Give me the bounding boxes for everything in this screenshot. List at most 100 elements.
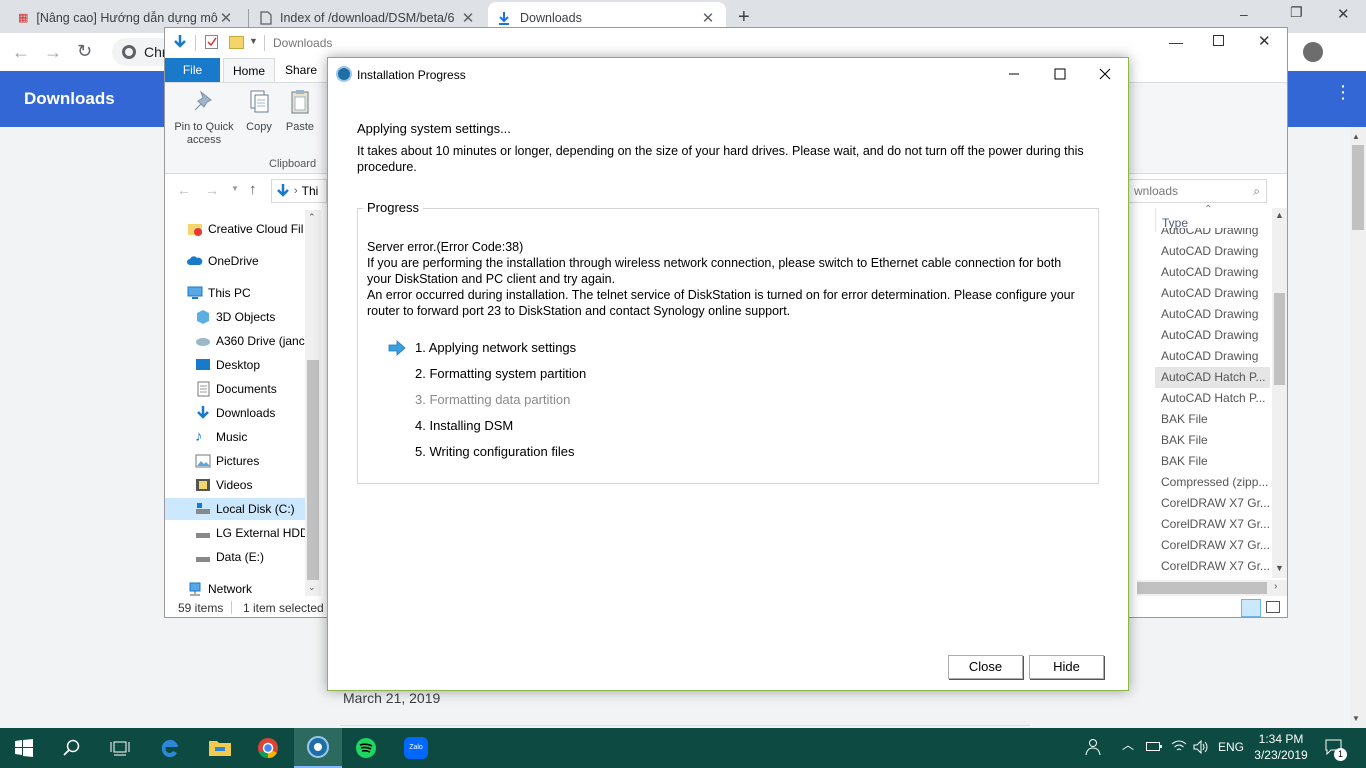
hscrollbar-thumb[interactable] [1137,582,1267,594]
up-arrow-icon[interactable]: ↑ [249,181,257,198]
nav-item-data-e[interactable]: Data (E:) [195,546,345,568]
page-scrollbar-thumb[interactable] [1352,145,1364,230]
back-arrow-icon[interactable]: ← [177,182,191,198]
explorer-maximize-button[interactable] [1213,35,1224,46]
close-tab-icon[interactable]: ✕ [700,9,716,27]
scroll-down-icon[interactable]: ▼ [1352,714,1360,723]
drive-icon [195,333,211,349]
people-icon[interactable] [1084,738,1102,756]
breadcrumb[interactable]: › Thi [271,179,327,203]
close-button[interactable]: Close [948,655,1023,679]
list-item[interactable]: AutoCAD Drawing [1161,283,1270,304]
paste-button[interactable]: Paste [283,89,317,133]
forward-arrow-icon[interactable]: → [205,182,219,198]
chevron-down-icon[interactable]: ▼ [249,36,258,46]
chevron-right-icon[interactable]: › [1274,581,1277,592]
list-item[interactable]: AutoCAD Drawing [1161,228,1270,238]
tab-file[interactable]: File [165,58,220,82]
profile-avatar[interactable] [1303,42,1323,62]
list-item[interactable]: BAK File [1161,430,1270,451]
large-icons-view-icon[interactable] [1266,601,1280,613]
chevron-down-icon[interactable]: ▼ [1275,563,1284,573]
list-item[interactable]: CorelDRAW X7 Gr... [1161,535,1270,556]
taskbar-zalo[interactable]: Zalo [392,728,440,768]
chevron-down-icon[interactable]: ⌄ [308,582,316,593]
list-item[interactable]: AutoCAD Drawing [1161,325,1270,346]
close-tab-icon[interactable]: ✕ [460,9,476,27]
list-item[interactable]: CorelDRAW X7 Gr... [1161,556,1270,577]
system-clock[interactable]: 1:34 PM 3/23/2019 [1248,731,1314,763]
explorer-minimize-button[interactable]: — [1169,34,1183,50]
back-arrow-icon[interactable]: ← [12,42,30,63]
nav-scrollbar[interactable]: ⌃ ⌄ [305,210,321,596]
tab-share[interactable]: Share [285,58,317,82]
list-item[interactable]: AutoCAD Drawing [1161,241,1270,262]
hide-button[interactable]: Hide [1029,655,1104,679]
nav-item-documents[interactable]: Documents [195,378,345,400]
search-input[interactable]: wnloads ⌕ [1127,179,1267,203]
nav-item-a360-drive[interactable]: A360 Drive (janc [195,330,345,352]
scroll-up-icon[interactable]: ▲ [1352,132,1360,141]
file-list-hscrollbar[interactable]: › [1137,580,1287,596]
file-list-scrollbar-thumb[interactable] [1274,293,1285,385]
reload-icon[interactable]: ↻ [77,41,92,62]
close-tab-icon[interactable]: ✕ [218,9,234,27]
taskbar-chrome[interactable] [244,728,292,768]
nav-item-local-disk[interactable]: Local Disk (C:) [165,498,315,520]
dialog-close-button[interactable] [1082,58,1128,90]
list-item[interactable]: CorelDRAW X7 Gr... [1161,493,1270,514]
taskbar-file-explorer[interactable] [196,728,244,768]
volume-icon[interactable] [1193,740,1209,754]
nav-item-downloads[interactable]: Downloads [195,402,345,424]
progress-group-label: Progress [363,200,424,215]
browser-minimize-button[interactable]: – [1240,6,1248,22]
properties-icon[interactable] [205,35,218,49]
list-item[interactable]: AutoCAD Hatch P... [1161,388,1270,409]
list-item[interactable]: CorelDRAW X7 Gr... [1161,514,1270,535]
forward-arrow-icon[interactable]: → [44,42,62,63]
browser-restore-button[interactable]: ❐ [1290,4,1303,21]
start-button[interactable] [0,728,48,768]
list-item[interactable]: AutoCAD Drawing [1161,346,1270,367]
nav-scrollbar-thumb[interactable] [307,360,319,580]
pin-to-quick-access-button[interactable]: Pin to Quick access [169,89,239,147]
new-folder-icon[interactable] [229,36,244,49]
task-view-button[interactable] [96,728,144,768]
installation-progress-dialog: Installation Progress Applying system se… [327,57,1129,691]
wifi-icon[interactable] [1171,739,1187,753]
taskbar-synology-assistant[interactable] [294,728,342,768]
chevron-up-icon[interactable]: ⌃ [308,212,316,223]
file-list-scrollbar[interactable]: ▲ ▼ [1272,208,1287,578]
details-view-icon[interactable] [1241,599,1261,617]
nav-item-3d-objects[interactable]: 3D Objects [195,306,345,328]
nav-item-lg-external-hdd[interactable]: LG External HDD [195,522,345,544]
dialog-minimize-button[interactable] [991,58,1037,90]
search-placeholder: wnloads [1134,184,1179,198]
copy-button[interactable]: Copy [243,89,275,133]
explorer-close-button[interactable]: ✕ [1258,32,1271,50]
nav-item-videos[interactable]: Videos [195,474,345,496]
list-item-selected[interactable]: AutoCAD Hatch P... [1155,367,1270,388]
battery-icon[interactable] [1146,742,1162,752]
taskbar-edge[interactable] [146,728,194,768]
taskbar-spotify[interactable] [342,728,390,768]
documents-icon [195,381,211,397]
list-item[interactable]: Compressed (zipp... [1161,472,1270,493]
list-item[interactable]: BAK File [1161,451,1270,472]
list-item[interactable]: AutoCAD Drawing [1161,262,1270,283]
nav-item-pictures[interactable]: Pictures [195,450,345,472]
dialog-maximize-button[interactable] [1037,58,1083,90]
search-button[interactable] [48,728,96,768]
input-language[interactable]: ENG [1218,740,1244,754]
list-item[interactable]: BAK File [1161,409,1270,430]
nav-item-desktop[interactable]: Desktop [195,354,345,376]
chevron-up-icon[interactable]: ▲ [1275,210,1284,220]
new-tab-button[interactable]: + [738,6,750,29]
nav-item-music[interactable]: ♪ Music [195,426,345,448]
list-item[interactable]: AutoCAD Drawing [1161,304,1270,325]
recent-locations-icon[interactable]: ▼ [231,184,239,193]
browser-close-button[interactable]: ✕ [1337,5,1350,23]
chevron-up-icon[interactable]: ︿ [1122,736,1134,753]
tab-home[interactable]: Home [223,58,275,83]
more-menu-icon[interactable]: ⋮ [1334,83,1352,101]
